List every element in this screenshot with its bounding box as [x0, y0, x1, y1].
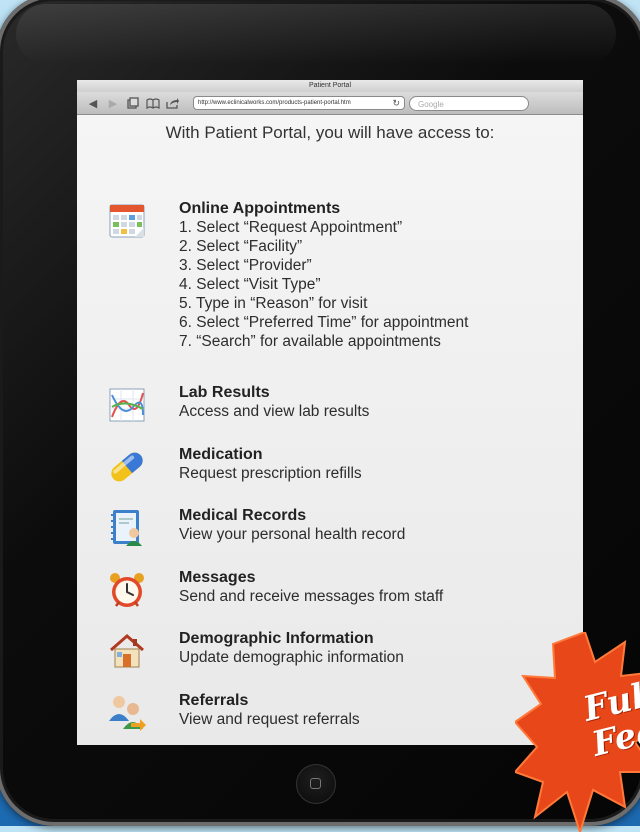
- reload-icon[interactable]: ↻: [392, 96, 400, 110]
- step-item: 3. Select “Provider”: [179, 257, 312, 274]
- feature-description: Access and view lab results: [179, 403, 370, 420]
- home-button[interactable]: [296, 764, 336, 804]
- appointment-steps: 1. Select “Request Appointment” 2. Selec…: [179, 218, 468, 351]
- feature-description: Request prescription refills: [179, 465, 362, 482]
- step-item: 7. “Search” for available appointments: [179, 333, 441, 350]
- feature-text: Messages Send and receive messages from …: [179, 568, 443, 606]
- back-icon[interactable]: ◀: [83, 94, 103, 112]
- feature-description: Update demographic information: [179, 649, 404, 666]
- feature-text: Medication Request prescription refills: [179, 445, 362, 483]
- url-text: http://www.eclinicalworks.com/products-p…: [198, 100, 351, 106]
- page-content: With Patient Portal, you will have acces…: [77, 115, 583, 745]
- address-bar[interactable]: http://www.eclinicalworks.com/products-p…: [193, 96, 405, 110]
- feature-text: Online Appointments 1. Select “Request A…: [179, 199, 468, 351]
- records-book-icon: [107, 508, 147, 548]
- forward-icon[interactable]: ▶: [103, 94, 123, 112]
- referral-users-icon: [107, 693, 147, 733]
- feature-title: Medical Records: [179, 507, 307, 524]
- step-item: 6. Select “Preferred Time” for appointme…: [179, 314, 469, 331]
- step-item: 5. Type in “Reason” for visit: [179, 295, 368, 312]
- feature-title: Medication: [179, 446, 263, 463]
- feature-text: Demographic Information Update demograph…: [179, 629, 404, 667]
- browser-screen: Patient Portal ◀ ▶ http://www.eclinicalw…: [77, 80, 583, 745]
- feature-title: Online Appointments: [179, 200, 341, 217]
- bookmarks-icon[interactable]: [143, 94, 163, 112]
- share-icon[interactable]: [163, 94, 183, 112]
- house-icon: [107, 631, 147, 671]
- step-item: 2. Select “Facility”: [179, 238, 303, 255]
- feature-title: Messages: [179, 569, 256, 586]
- step-item: 4. Select “Visit Type”: [179, 276, 321, 293]
- chart-icon: [107, 385, 147, 425]
- feature-text: Lab Results Access and view lab results: [179, 383, 369, 421]
- search-input[interactable]: Google: [409, 95, 529, 111]
- intro-heading: With Patient Portal, you will have acces…: [165, 123, 495, 142]
- feature-description: View your personal health record: [179, 526, 406, 543]
- feature-title: Referrals: [179, 692, 249, 709]
- bezel-shine: [16, 4, 616, 64]
- feature-description: View and request referrals: [179, 711, 360, 728]
- feature-text: Medical Records View your personal healt…: [179, 506, 405, 544]
- window-title: Patient Portal: [77, 80, 583, 92]
- tabs-icon[interactable]: [123, 94, 143, 112]
- alarm-clock-icon: [107, 570, 147, 610]
- pill-icon: [107, 447, 147, 487]
- browser-toolbar: ◀ ▶ http://www.eclinicalworks.com/produc…: [77, 92, 583, 115]
- calendar-icon: [107, 201, 147, 241]
- home-icon: [310, 778, 321, 789]
- feature-title: Demographic Information: [179, 630, 374, 647]
- feature-description: Send and receive messages from staff: [179, 588, 444, 605]
- feature-title: Lab Results: [179, 384, 270, 401]
- feature-text: Referrals View and request referrals: [179, 691, 360, 729]
- step-item: 1. Select “Request Appointment”: [179, 219, 403, 236]
